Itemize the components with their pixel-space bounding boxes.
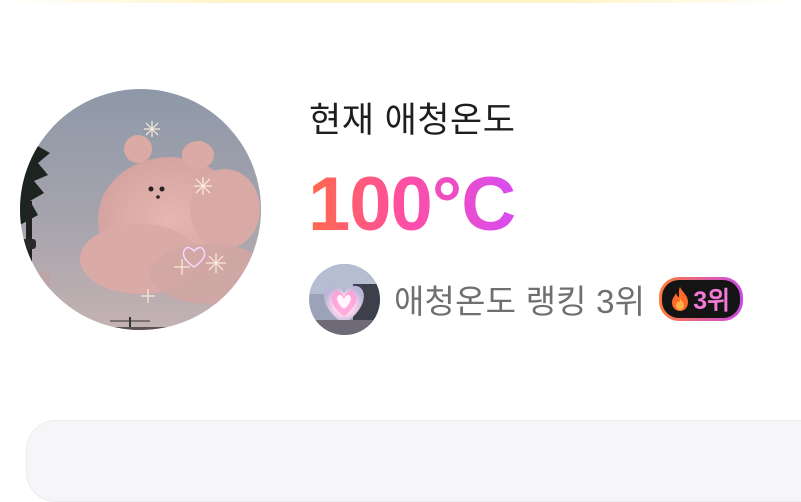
top-accent-line xyxy=(0,0,801,3)
ranking-row[interactable]: 애청온도 랭킹 3위 3위 xyxy=(309,263,743,335)
profile-photo[interactable] xyxy=(20,89,261,330)
rank-badge: 3위 xyxy=(659,277,743,321)
rank-badge-label: 3위 xyxy=(693,287,731,315)
profile-photo-image xyxy=(20,89,261,330)
ranking-text: 애청온도 랭킹 3위 xyxy=(394,283,646,320)
ranker-avatar[interactable] xyxy=(309,263,380,335)
temperature-value: 100°C xyxy=(308,162,516,247)
fire-icon xyxy=(670,286,690,312)
ranker-avatar-image xyxy=(309,263,380,335)
temperature-label: 현재 애청온도 xyxy=(309,101,516,140)
bottom-panel xyxy=(26,420,801,502)
